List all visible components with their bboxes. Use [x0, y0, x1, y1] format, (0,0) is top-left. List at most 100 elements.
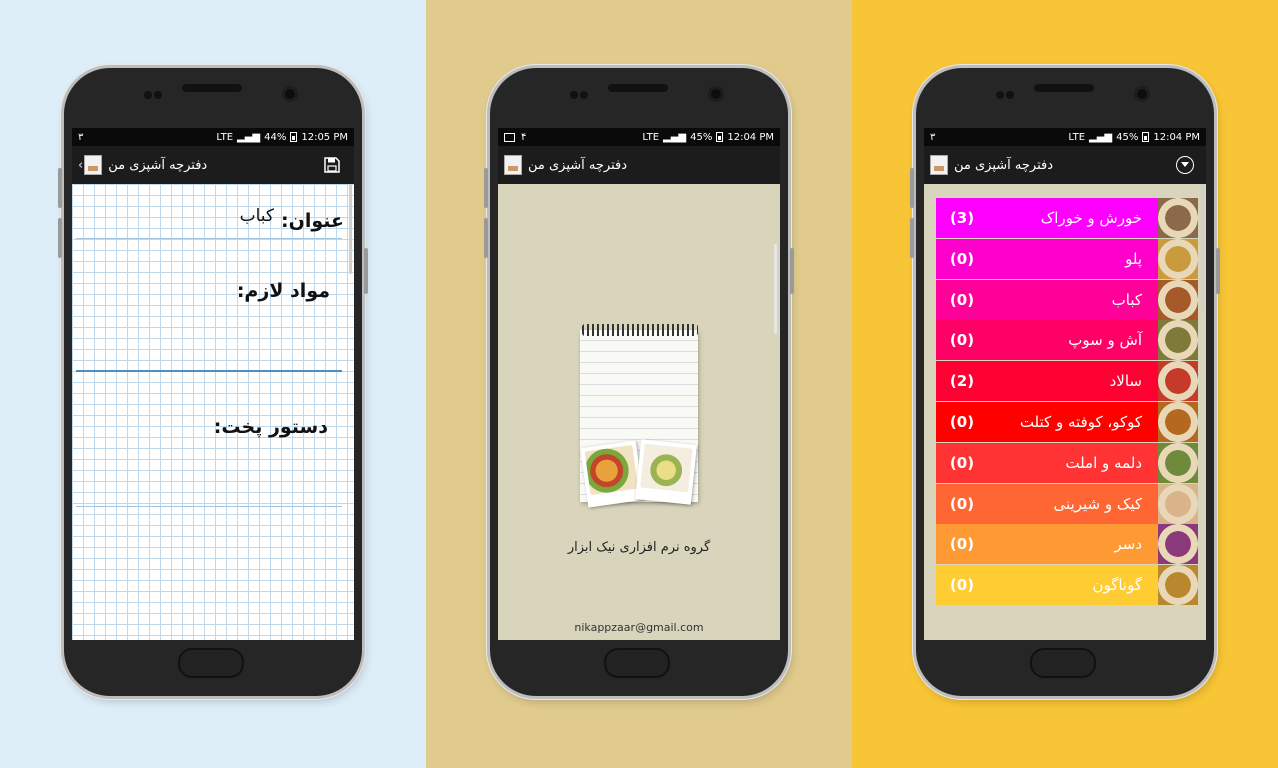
- category-row[interactable]: (0) کباب: [936, 279, 1198, 320]
- category-row[interactable]: (0) دسر: [936, 524, 1198, 565]
- category-name: سالاد: [1109, 372, 1142, 391]
- category-count: (0): [949, 535, 975, 554]
- category-name: دلمه و املت: [1065, 453, 1142, 472]
- volume-down-button[interactable]: [58, 218, 62, 258]
- home-button[interactable]: [604, 648, 670, 678]
- category-count: (0): [949, 494, 975, 513]
- panel-editor: ۳ LTE ▂▄▆ 44% 12:05 PM ‹ دفترچه آشپزی من: [0, 0, 426, 768]
- earpiece: [608, 84, 668, 92]
- category-thumbnail: [1158, 524, 1198, 565]
- app-title: دفترچه آشپزی من: [954, 157, 1054, 173]
- power-button[interactable]: [790, 248, 794, 294]
- ingredients-field[interactable]: [76, 370, 342, 372]
- volume-up-button[interactable]: [58, 168, 62, 208]
- notebook-illustration: [578, 324, 702, 508]
- app-bar: دفترچه آشپزی من: [924, 146, 1206, 184]
- instructions-field[interactable]: [76, 506, 342, 507]
- category-row[interactable]: (0) پلو: [936, 238, 1198, 279]
- category-list: (3) خورش و خوراک (0) پلو (0) کباب (0) آش و سوپ(…: [936, 198, 1198, 606]
- category-row[interactable]: (0) دلمه و املت: [936, 442, 1198, 483]
- category-count: (0): [949, 412, 975, 431]
- front-camera: [1134, 86, 1150, 102]
- notification-count: ۳: [930, 131, 936, 143]
- category-row[interactable]: (0) کوکو، کوفته و کتلت: [936, 401, 1198, 442]
- category-name: گوناگون: [1092, 576, 1142, 595]
- category-row[interactable]: (0) آش و سوپ: [936, 320, 1198, 361]
- app-bar: ‹ دفترچه آشپزی من: [72, 146, 354, 184]
- clock: 12:04 PM: [1153, 131, 1200, 143]
- app-title: دفترچه آشپزی من: [528, 157, 628, 173]
- category-row[interactable]: (0) گوناگون: [936, 565, 1198, 606]
- category-row[interactable]: (3) خورش و خوراک: [936, 198, 1198, 238]
- back-arrow-icon[interactable]: ‹: [78, 158, 83, 173]
- screen: ۳ LTE ▂▄▆ 44% 12:05 PM ‹ دفترچه آشپزی من: [72, 128, 354, 640]
- battery-icon: [290, 132, 298, 142]
- battery-percent: 45%: [690, 131, 713, 143]
- app-logo-icon: [504, 155, 522, 175]
- category-row[interactable]: (0) کیک و شیرینی: [936, 483, 1198, 524]
- category-row[interactable]: (2) سالاد: [936, 361, 1198, 402]
- app-logo-icon: [930, 155, 948, 175]
- category-screen: (3) خورش و خوراک (0) پلو (0) کباب (0) آش و سوپ(…: [924, 184, 1206, 640]
- home-button[interactable]: [178, 648, 244, 678]
- ingredients-label: مواد لازم:: [236, 280, 330, 302]
- category-thumbnail: [1158, 198, 1198, 238]
- category-thumbnail: [1158, 442, 1198, 483]
- front-sensors: [996, 84, 1018, 99]
- clock: 12:04 PM: [727, 131, 774, 143]
- battery-percent: 45%: [1116, 131, 1139, 143]
- image-notification-icon: [504, 132, 515, 142]
- contact-email[interactable]: nikappzaar@gmail.com: [498, 621, 780, 634]
- status-bar: ۳ LTE ▂▄▆ 44% 12:05 PM: [72, 128, 354, 146]
- network-indicator: LTE: [642, 131, 660, 143]
- home-button[interactable]: [1030, 648, 1096, 678]
- app-title: دفترچه آشپزی من: [108, 157, 208, 173]
- category-count: (3): [949, 209, 975, 227]
- scrollbar[interactable]: [349, 184, 352, 274]
- power-button[interactable]: [364, 248, 368, 294]
- power-button[interactable]: [1216, 248, 1220, 294]
- splash-screen: گروه نرم افزاری نیک ابزار nikappzaar@gma…: [498, 184, 780, 640]
- category-count: (0): [949, 249, 975, 268]
- panel-categories: ۳ LTE ▂▄▆ 45% 12:04 PM دفترچه آشپزی من (…: [852, 0, 1278, 768]
- scrollbar[interactable]: [774, 244, 777, 334]
- volume-up-button[interactable]: [484, 168, 488, 208]
- app-logo-icon: [84, 155, 103, 175]
- company-name: گروه نرم افزاری نیک ابزار: [567, 540, 711, 555]
- scrollbar[interactable]: [1201, 184, 1204, 314]
- earpiece: [182, 84, 242, 92]
- front-camera: [282, 86, 298, 102]
- category-thumbnail: [1158, 483, 1198, 524]
- volume-down-button[interactable]: [910, 218, 914, 258]
- front-sensors: [570, 84, 592, 99]
- category-name: پلو: [1125, 249, 1142, 268]
- earpiece: [1034, 84, 1094, 92]
- category-count: (0): [949, 331, 975, 350]
- status-bar: ۴ LTE ▂▄▆ 45% 12:04 PM: [498, 128, 780, 146]
- volume-down-button[interactable]: [484, 218, 488, 258]
- front-sensors: [144, 84, 166, 99]
- category-name: کیک و شیرینی: [1053, 494, 1142, 513]
- network-indicator: LTE: [216, 131, 234, 143]
- signal-icon: ▂▄▆: [1089, 131, 1113, 143]
- category-thumbnail: [1158, 238, 1198, 279]
- title-field[interactable]: کباب: [240, 206, 274, 226]
- volume-up-button[interactable]: [910, 168, 914, 208]
- screen: ۴ LTE ▂▄▆ 45% 12:04 PM دفترچه آشپزی من گ…: [498, 128, 780, 640]
- save-icon[interactable]: [324, 157, 340, 173]
- recipe-editor: عنوان: کباب مواد لازم: دستور پخت:: [72, 184, 354, 640]
- battery-icon: [1142, 132, 1150, 142]
- screen: ۳ LTE ▂▄▆ 45% 12:04 PM دفترچه آشپزی من (…: [924, 128, 1206, 640]
- instructions-label: دستور پخت:: [213, 416, 328, 438]
- battery-percent: 44%: [264, 131, 287, 143]
- category-count: (2): [949, 372, 975, 391]
- status-bar: ۳ LTE ▂▄▆ 45% 12:04 PM: [924, 128, 1206, 146]
- category-count: (0): [949, 453, 975, 472]
- battery-icon: [716, 132, 724, 142]
- signal-icon: ▂▄▆: [663, 131, 687, 143]
- phone-frame: ۳ LTE ▂▄▆ 45% 12:04 PM دفترچه آشپزی من (…: [910, 68, 1220, 696]
- category-count: (0): [949, 576, 975, 595]
- notification-count: ۴: [521, 131, 527, 143]
- chevron-down-icon[interactable]: [1176, 156, 1194, 174]
- category-name: خورش و خوراک: [1040, 209, 1142, 227]
